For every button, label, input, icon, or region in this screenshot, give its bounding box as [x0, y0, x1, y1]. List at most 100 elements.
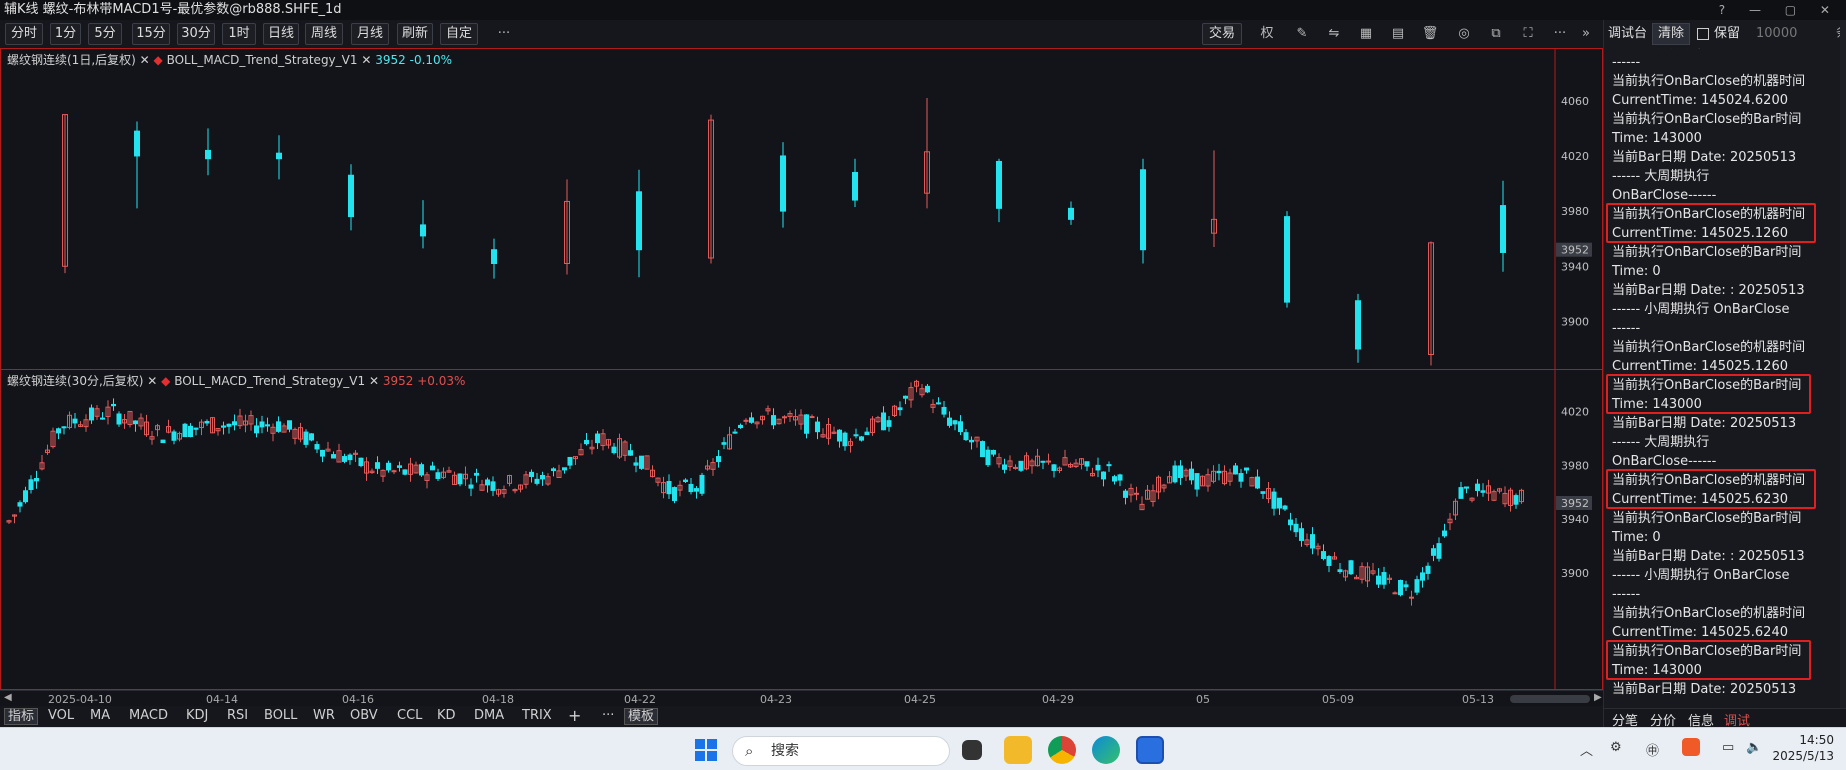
- y-tick-label: 4020: [1561, 150, 1589, 163]
- candle-body: [1293, 523, 1299, 533]
- tray-sogou-icon[interactable]: [1682, 738, 1700, 756]
- candle-body: [1101, 471, 1106, 480]
- template-button[interactable]: 模板: [624, 708, 659, 725]
- debug-log-line: 当前执行OnBarClose的机器时间: [1612, 340, 1806, 355]
- candle-body: [28, 479, 34, 491]
- windows-start-icon[interactable]: [692, 736, 720, 764]
- indicator-vol[interactable]: VOL: [48, 708, 74, 723]
- tray-volume-icon[interactable]: 🔈: [1746, 740, 1762, 755]
- indicator-ccl[interactable]: CCL: [397, 708, 422, 723]
- fullscreen-icon[interactable]: ⛶: [1518, 24, 1538, 44]
- candle-body: [491, 249, 497, 265]
- period-button-7[interactable]: 周线: [305, 23, 343, 45]
- y-tick-label: 3940: [1561, 260, 1589, 273]
- period-button-8[interactable]: 月线: [351, 23, 389, 45]
- candle-body: [56, 428, 61, 434]
- candle-body: [1284, 216, 1290, 303]
- period-button-9[interactable]: 刷新: [397, 23, 433, 45]
- candle-body: [397, 465, 402, 468]
- period-button-3[interactable]: 15分: [132, 23, 170, 45]
- indicator-tab-active[interactable]: 指标: [4, 708, 39, 725]
- candle-body: [485, 479, 490, 486]
- scroll-left-icon[interactable]: ◀: [4, 692, 12, 703]
- indicator-wr[interactable]: WR: [313, 708, 335, 723]
- candle-body: [1018, 460, 1024, 471]
- trash-icon[interactable]: 🗑: [1420, 24, 1440, 44]
- tray-ime-icon[interactable]: ㊥: [1646, 740, 1659, 759]
- debug-log-line: ------ 小周期执行 OnBarClose: [1612, 302, 1790, 317]
- clear-button[interactable]: 清除: [1652, 23, 1691, 45]
- screenshot-icon[interactable]: ⧉: [1486, 24, 1506, 44]
- indicator-ma[interactable]: MA: [90, 708, 110, 723]
- candle-body: [1238, 473, 1244, 482]
- indicator-kd[interactable]: KD: [437, 708, 456, 723]
- period-button-6[interactable]: 日线: [263, 23, 299, 45]
- candle-body: [540, 474, 545, 480]
- tray-apps-icon[interactable]: ⚙: [1610, 740, 1622, 755]
- indicator-trix[interactable]: TRIX: [522, 708, 552, 723]
- indicator-macd[interactable]: MACD: [129, 708, 168, 723]
- candle-body: [809, 416, 815, 419]
- period-button-4[interactable]: 30分: [177, 23, 215, 45]
- period-button-5[interactable]: 1时: [222, 23, 256, 45]
- candle-body: [1464, 486, 1469, 489]
- keep-checkbox[interactable]: [1697, 28, 1709, 40]
- candle-body: [254, 425, 259, 434]
- 30min-kline-chart[interactable]: 螺纹钢连续(30分,后复权) ✕ ◆ BOLL_MACD_Trend_Strat…: [0, 370, 1603, 690]
- title-bar: 辅K线 螺纹-布林带MACD1号-最优参数@rb888.SHFE_1d ? — …: [0, 0, 1846, 20]
- layout-icon[interactable]: ▤: [1388, 24, 1408, 44]
- candle-body: [386, 462, 391, 471]
- settings-sliders-icon[interactable]: ⇋: [1324, 24, 1344, 44]
- debug-log-line: 当前执行OnBarClose的Bar时间: [1612, 112, 1802, 127]
- indicator-boll[interactable]: BOLL: [264, 708, 297, 723]
- taskbar-clock[interactable]: 14:50 2025/5/13: [1772, 732, 1834, 764]
- candle-body: [1106, 464, 1112, 467]
- toolbar-item-0[interactable]: 权: [1257, 24, 1277, 44]
- pen-icon[interactable]: ✎: [1292, 24, 1312, 44]
- toolbar-item-10[interactable]: »: [1576, 24, 1596, 44]
- scroll-right-icon[interactable]: ▶: [1594, 692, 1602, 703]
- period-button-2[interactable]: 5分: [88, 23, 122, 45]
- period-button-10[interactable]: 自定: [440, 23, 478, 45]
- period-button-1[interactable]: 1分: [50, 23, 81, 45]
- indicator-obv[interactable]: OBV: [350, 708, 378, 723]
- debug-scrollbar[interactable]: [1840, 20, 1846, 727]
- trade-button[interactable]: 交易: [1202, 23, 1242, 45]
- candle-body: [780, 155, 786, 212]
- max-lines-input[interactable]: 10000: [1752, 23, 1812, 45]
- edge-icon[interactable]: [1092, 736, 1120, 764]
- candle-body: [1051, 464, 1057, 471]
- candle-body: [1172, 465, 1178, 483]
- target-icon[interactable]: ◎: [1454, 24, 1474, 44]
- x-tick-label: 2025-04-10: [48, 693, 112, 706]
- file-explorer-icon[interactable]: [1004, 736, 1032, 764]
- add-indicator-icon[interactable]: +: [568, 706, 581, 725]
- chrome-icon[interactable]: [1048, 736, 1076, 764]
- window-controls[interactable]: ? — ▢ ✕: [1719, 0, 1840, 20]
- more-periods-icon[interactable]: ···: [494, 24, 514, 44]
- toolbar-item-9[interactable]: ···: [1550, 24, 1570, 44]
- candle-body: [1500, 205, 1506, 253]
- y-tick-label: 3980: [1561, 205, 1589, 218]
- daily-kline-chart[interactable]: 螺纹钢连续(1日,后复权) ✕ ◆ BOLL_MACD_Trend_Strate…: [0, 48, 1603, 370]
- candle-body: [903, 395, 908, 399]
- indicator-dma[interactable]: DMA: [474, 708, 504, 723]
- taskbar-search[interactable]: ⌕ 搜索: [732, 736, 950, 766]
- highlight-box: [1606, 374, 1811, 414]
- candle-body: [435, 472, 441, 479]
- candle-body: [1310, 534, 1315, 549]
- more-indicators-icon[interactable]: ···: [602, 708, 614, 723]
- candle-body: [1431, 548, 1436, 556]
- candle-body: [221, 425, 226, 428]
- tray-network-icon[interactable]: ▭: [1722, 740, 1734, 755]
- indicator-kdj[interactable]: KDJ: [186, 708, 208, 723]
- candle-body: [1068, 207, 1074, 220]
- calculator-icon[interactable]: ▦: [1356, 24, 1376, 44]
- task-view-icon[interactable]: [962, 740, 982, 760]
- indicator-rsi[interactable]: RSI: [227, 708, 248, 723]
- candle-body: [320, 449, 325, 457]
- tray-chevron-icon[interactable]: ︿: [1580, 740, 1593, 759]
- chart-scrollbar[interactable]: [1510, 695, 1590, 703]
- period-button-0[interactable]: 分时: [5, 23, 43, 45]
- trading-app-icon[interactable]: [1136, 736, 1164, 764]
